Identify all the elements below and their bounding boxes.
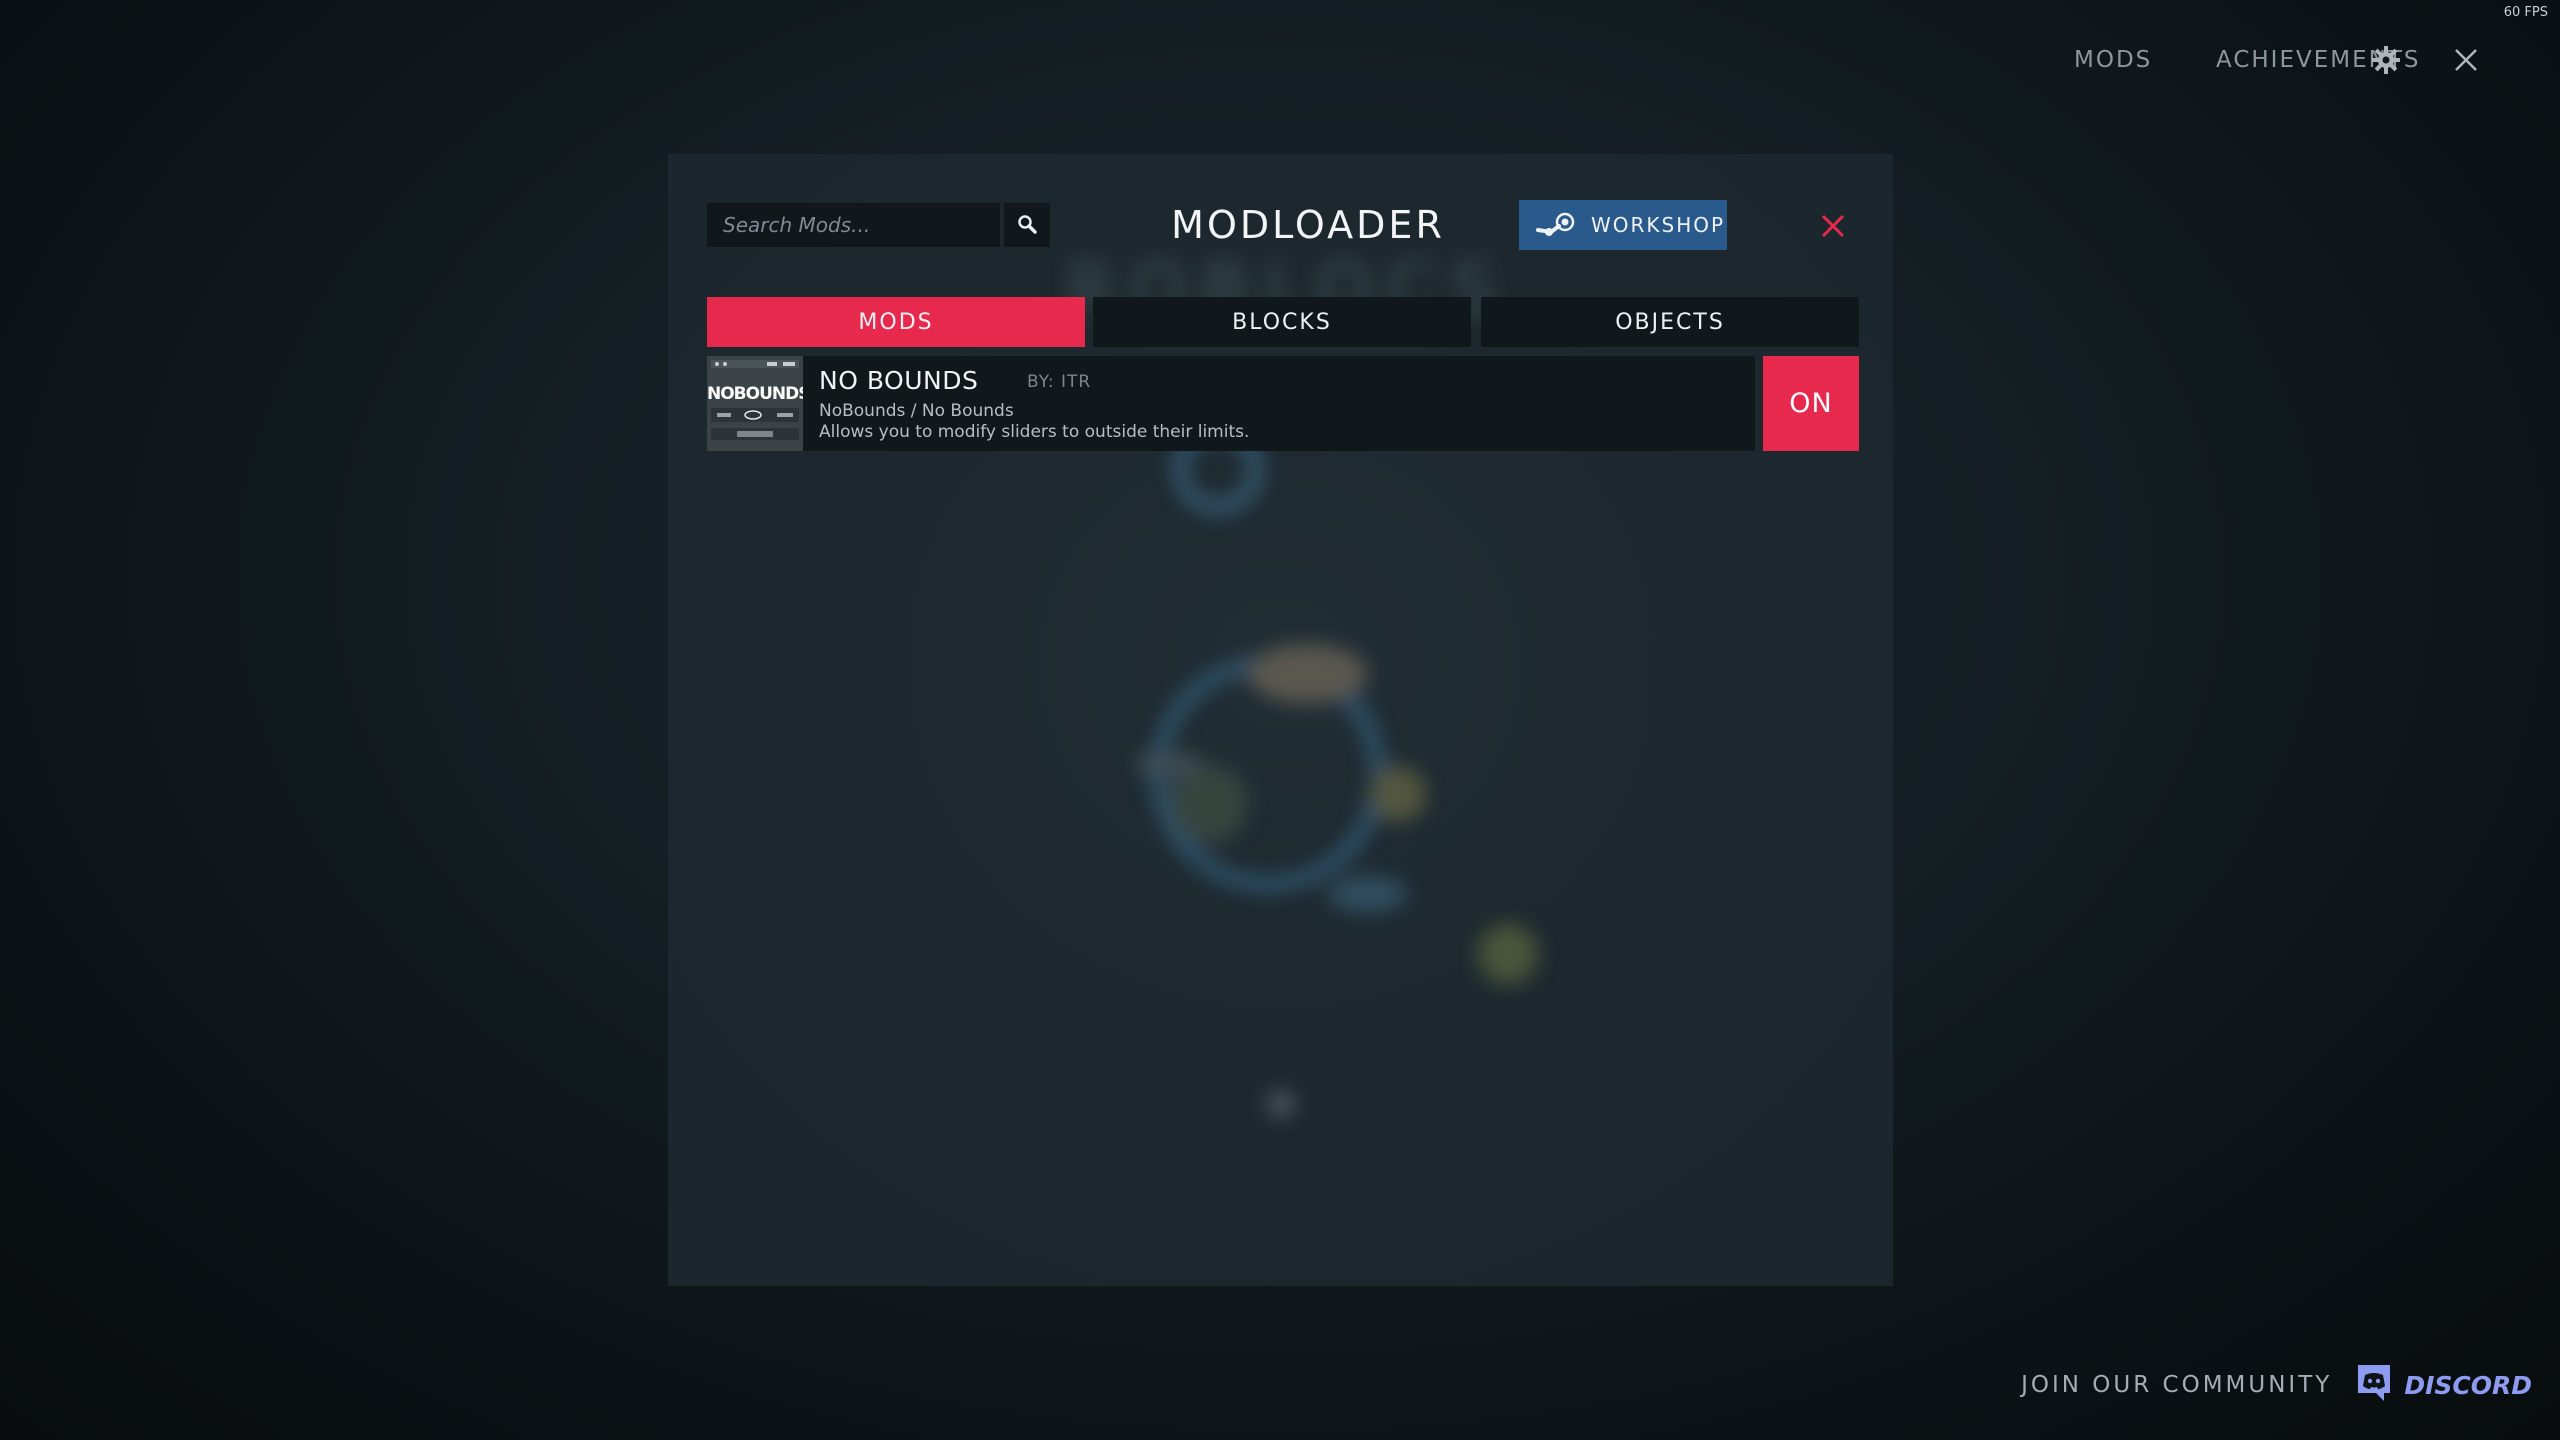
mod-author: BY: ITR	[1027, 372, 1092, 392]
gear-icon[interactable]	[2370, 44, 2402, 76]
steam-icon	[1535, 211, 1577, 239]
workshop-label: WORKSHOP	[1591, 213, 1726, 237]
mod-name: NO BOUNDS	[819, 366, 979, 395]
nav-mods-link[interactable]: MODS	[2074, 40, 2152, 80]
tab-objects[interactable]: OBJECTS	[1481, 297, 1859, 347]
dialog-title: MODLOADER	[1171, 203, 1445, 247]
mod-info[interactable]: NOBOUNDS NO BOUNDS BY: ITR NoBounds / No…	[707, 356, 1755, 451]
tab-mods[interactable]: MODS	[707, 297, 1085, 347]
fps-counter: 60 FPS	[2503, 5, 2548, 20]
workshop-button[interactable]: WORKSHOP	[1519, 200, 1727, 250]
tab-blocks[interactable]: BLOCKS	[1093, 297, 1471, 347]
discord-icon	[2354, 1363, 2394, 1407]
discord-label: DISCORD	[2404, 1370, 2532, 1400]
category-tabs: MODS BLOCKS OBJECTS	[707, 297, 1859, 347]
community-footer: JOIN OUR COMMUNITY DISCORD	[2021, 1360, 2532, 1410]
mod-path: NoBounds / No Bounds	[819, 401, 1014, 421]
mod-list-item: NOBOUNDS NO BOUNDS BY: ITR NoBounds / No…	[707, 356, 1859, 451]
close-icon[interactable]	[1818, 211, 1848, 241]
mod-thumbnail-text: NOBOUNDS	[707, 384, 803, 404]
search-icon[interactable]	[1004, 203, 1050, 247]
mod-toggle-button[interactable]: ON	[1763, 356, 1859, 451]
close-icon[interactable]	[2450, 44, 2482, 76]
community-label: JOIN OUR COMMUNITY	[2021, 1372, 2333, 1398]
modloader-dialog: ROBLOCS MODLOADER WORKSHOP MODS BLOCKS O…	[668, 154, 1893, 1286]
mod-description: Allows you to modify sliders to outside …	[819, 422, 1250, 442]
top-nav: MODS ACHIEVEMENTS	[1860, 40, 2560, 80]
discord-link[interactable]: DISCORD	[2354, 1363, 2532, 1407]
search-input[interactable]	[707, 203, 1000, 247]
mod-thumbnail: NOBOUNDS	[707, 356, 803, 451]
